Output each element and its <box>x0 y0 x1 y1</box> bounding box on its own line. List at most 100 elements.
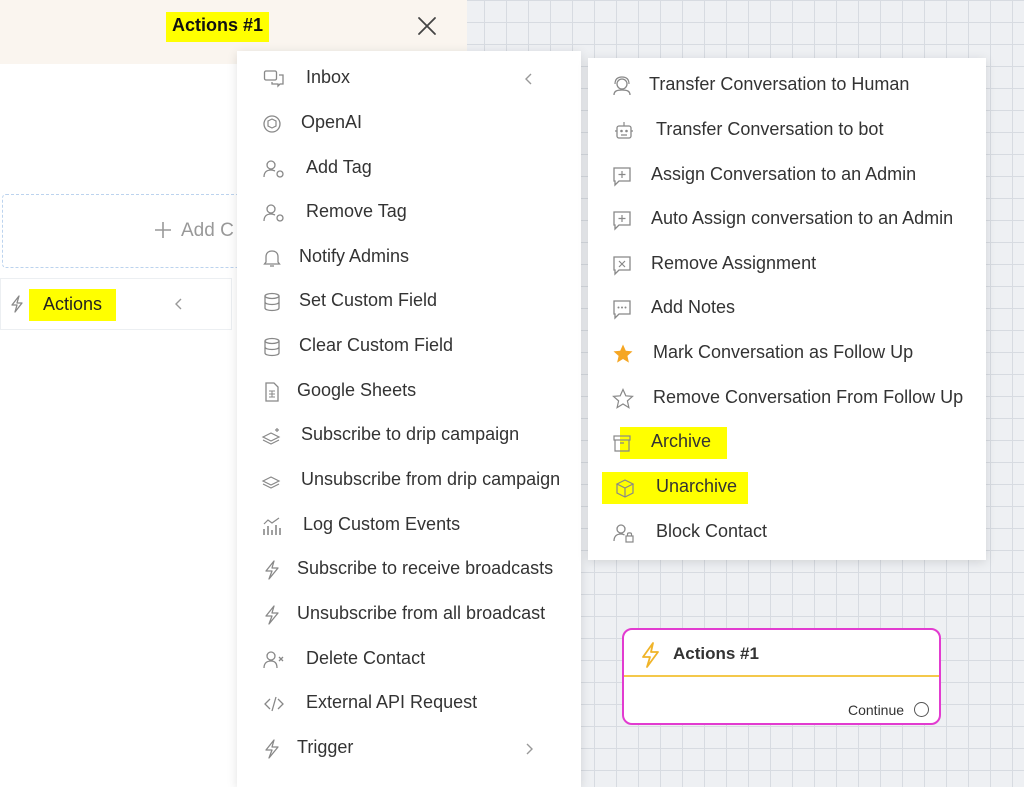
menu-item-label: Remove Conversation From Follow Up <box>653 387 964 407</box>
menu-item-remove-tag[interactable]: Remove Tag <box>237 191 581 235</box>
actions-menu-trigger[interactable]: Actions <box>0 278 232 330</box>
robot-icon <box>613 120 635 142</box>
menu-item-inbox[interactable]: Inbox <box>237 57 581 101</box>
layers-remove-icon <box>261 470 283 492</box>
menu-item-transfer-to-human[interactable]: Transfer Conversation to Human <box>588 64 986 108</box>
chevron-right-icon <box>523 742 535 756</box>
menu-item-label: Archive <box>651 431 712 451</box>
menu-item-add-tag[interactable]: Add Tag <box>237 147 581 191</box>
menu-item-remove-follow-up[interactable]: Remove Conversation From Follow Up <box>588 377 986 421</box>
menu-item-log-custom-events[interactable]: Log Custom Events <box>237 504 581 548</box>
chevron-left-icon <box>173 297 185 311</box>
code-icon <box>263 693 285 715</box>
menu-item-transfer-to-bot[interactable]: Transfer Conversation to bot <box>588 109 986 153</box>
database-icon <box>261 336 283 358</box>
menu-item-label: Transfer Conversation to bot <box>656 119 884 139</box>
menu-item-label: Unsubscribe from drip campaign <box>301 469 561 489</box>
menu-item-trigger[interactable]: Trigger <box>237 727 581 771</box>
menu-item-label: Trigger <box>297 737 354 757</box>
menu-item-label: Subscribe to receive broadcasts <box>297 558 554 578</box>
menu-item-subscribe-drip[interactable]: Subscribe to drip campaign <box>237 414 581 458</box>
menu-item-label: OpenAI <box>301 112 363 132</box>
menu-item-label: Inbox <box>306 67 351 87</box>
message-plus-icon <box>611 165 633 187</box>
add-action-label: Add C <box>181 220 234 241</box>
menu-item-external-api[interactable]: External API Request <box>237 682 581 726</box>
actions-dropdown-menu: Inbox OpenAI Add Tag Remove Tag Notify A… <box>237 51 581 787</box>
message-dots-icon <box>611 298 633 320</box>
menu-item-unsubscribe-drip[interactable]: Unsubscribe from drip campaign <box>237 459 581 503</box>
star-outline-icon <box>612 388 634 410</box>
menu-item-label: Clear Custom Field <box>299 335 454 355</box>
menu-item-unarchive[interactable]: Unarchive <box>588 466 986 510</box>
menu-item-openai[interactable]: OpenAI <box>237 102 581 146</box>
bolt-icon <box>261 559 283 581</box>
inbox-submenu: Transfer Conversation to Human Transfer … <box>588 58 986 560</box>
user-tag-add-icon <box>263 158 285 180</box>
menu-item-label: Block Contact <box>656 521 768 541</box>
actions-label: Actions <box>29 289 117 321</box>
menu-item-block-contact[interactable]: Block Contact <box>588 511 986 555</box>
menu-item-unsubscribe-broadcast[interactable]: Unsubscribe from all broadcast <box>237 593 581 637</box>
bolt-icon <box>9 295 25 313</box>
bolt-icon <box>261 738 283 760</box>
flow-node-actions[interactable]: Actions #1 Continue <box>622 628 941 725</box>
openai-icon <box>261 113 283 135</box>
menu-item-label: Auto Assign conversation to an Admin <box>651 208 954 228</box>
user-lock-icon <box>613 522 635 544</box>
user-tag-remove-icon <box>263 202 285 224</box>
connection-port[interactable] <box>914 702 929 717</box>
chat-bubbles-icon <box>263 68 285 90</box>
menu-item-label: Set Custom Field <box>299 290 438 310</box>
menu-item-archive[interactable]: Archive <box>588 421 986 465</box>
menu-item-label: Assign Conversation to an Admin <box>651 164 917 184</box>
menu-item-subscribe-broadcasts[interactable]: Subscribe to receive broadcasts <box>237 548 581 592</box>
menu-item-label: Delete Contact <box>306 648 426 668</box>
menu-item-google-sheets[interactable]: Google Sheets <box>237 370 581 414</box>
menu-item-label: Unarchive <box>656 476 738 496</box>
close-icon[interactable] <box>416 15 438 37</box>
bell-icon <box>261 247 283 269</box>
headset-icon <box>611 75 633 97</box>
menu-item-label: External API Request <box>306 692 478 712</box>
menu-item-auto-assign-admin[interactable]: Auto Assign conversation to an Admin <box>588 198 986 242</box>
user-remove-icon <box>263 649 285 671</box>
menu-item-label: Remove Assignment <box>651 253 817 273</box>
menu-item-clear-custom-field[interactable]: Clear Custom Field <box>237 325 581 369</box>
menu-item-label: Add Notes <box>651 297 736 317</box>
analytics-icon <box>261 515 283 537</box>
menu-item-label: Transfer Conversation to Human <box>649 74 910 94</box>
bolt-icon <box>261 604 283 626</box>
menu-item-set-custom-field[interactable]: Set Custom Field <box>237 280 581 324</box>
star-filled-icon <box>612 343 634 365</box>
archive-icon <box>611 432 633 454</box>
menu-item-label: Notify Admins <box>299 246 410 266</box>
panel-title: Actions #1 <box>166 12 270 42</box>
menu-item-label: Unsubscribe from all broadcast <box>297 603 546 623</box>
menu-item-notify-admins[interactable]: Notify Admins <box>237 236 581 280</box>
unarchive-icon <box>614 477 636 499</box>
menu-item-label: Remove Tag <box>306 201 407 221</box>
menu-item-add-notes[interactable]: Add Notes <box>588 287 986 331</box>
menu-item-label: Mark Conversation as Follow Up <box>653 342 914 362</box>
add-action-button[interactable]: Add C <box>2 194 262 268</box>
menu-item-assign-admin[interactable]: Assign Conversation to an Admin <box>588 154 986 198</box>
menu-item-label: Add Tag <box>306 157 372 177</box>
menu-item-label: Subscribe to drip campaign <box>301 424 520 444</box>
menu-item-label: Log Custom Events <box>303 514 461 534</box>
layers-add-icon <box>261 425 283 447</box>
database-icon <box>261 291 283 313</box>
plus-icon <box>153 220 173 240</box>
message-x-icon <box>611 254 633 276</box>
node-title: Actions #1 <box>673 644 759 663</box>
menu-item-mark-follow-up[interactable]: Mark Conversation as Follow Up <box>588 332 986 376</box>
chevron-left-icon <box>523 72 535 86</box>
menu-item-delete-contact[interactable]: Delete Contact <box>237 638 581 682</box>
menu-item-label: Google Sheets <box>297 380 417 400</box>
bolt-icon <box>638 641 662 669</box>
spreadsheet-icon <box>261 381 283 403</box>
node-divider <box>624 675 939 677</box>
message-plus-icon <box>611 209 633 231</box>
continue-label: Continue <box>848 702 905 718</box>
menu-item-remove-assignment[interactable]: Remove Assignment <box>588 243 986 287</box>
